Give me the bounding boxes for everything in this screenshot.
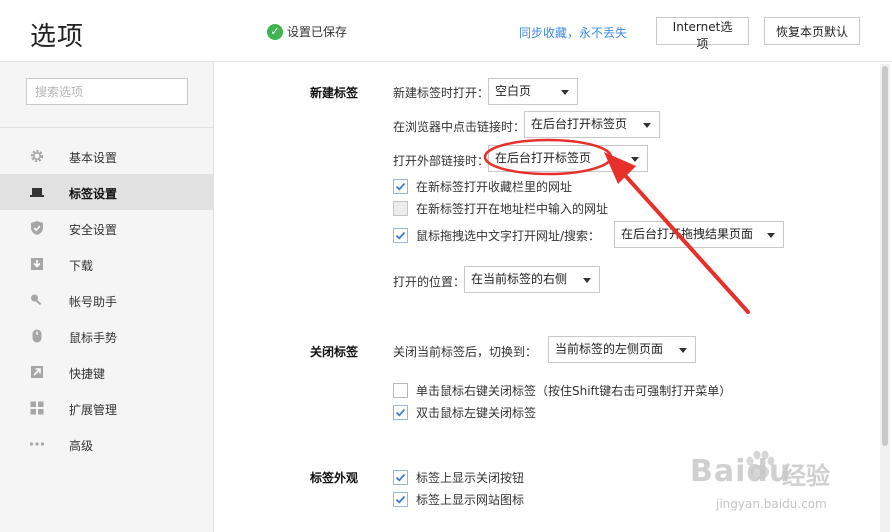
click-link-label: 在浏览器中点击链接时： xyxy=(393,120,526,134)
select-value: 在后台打开拖拽结果页面 xyxy=(621,227,754,241)
checkbox-show-site-icon[interactable]: 标签上显示网站图标 xyxy=(393,491,524,508)
sidebar-item-label: 标签设置 xyxy=(69,187,118,201)
sidebar-item-security[interactable]: 安全设置 xyxy=(0,210,214,246)
sync-link[interactable]: 同步收藏，永不丢失 xyxy=(519,24,627,41)
checkbox[interactable] xyxy=(393,492,408,507)
section-title-close-tab: 关闭标签 xyxy=(310,345,359,359)
laptop-icon xyxy=(29,184,45,200)
chevron-down-icon xyxy=(679,348,687,353)
checkmark-icon xyxy=(395,495,406,504)
select-value: 空白页 xyxy=(495,84,532,98)
checkbox[interactable] xyxy=(393,179,408,194)
sidebar-item-mouse-gesture[interactable]: 鼠标手势 xyxy=(0,318,214,354)
after-close-label: 关闭当前标签后，切换到： xyxy=(393,345,538,359)
sidebar-item-label: 鼠标手势 xyxy=(69,331,118,345)
checkbox[interactable] xyxy=(393,383,408,398)
header: 选项 ✓ 设置已保存 同步收藏，永不丢失 Internet选项 恢复本页默认 xyxy=(0,0,892,62)
chevron-down-icon xyxy=(767,233,775,238)
sidebar: 基本设置 标签设置 安全设置 下载 帐号助手 鼠标手势 快捷键 xyxy=(0,62,214,532)
internet-options-button[interactable]: Internet选项 xyxy=(656,17,749,51)
drag-search-select[interactable]: 在后台打开拖拽结果页面 xyxy=(614,221,784,248)
select-value: 在后台打开标签页 xyxy=(531,117,628,131)
sidebar-item-label: 安全设置 xyxy=(69,223,118,237)
checkbox-drag-search[interactable]: 鼠标拖拽选中文字打开网址/搜索： xyxy=(393,227,600,244)
external-link-label: 打开外部链接时： xyxy=(393,154,490,168)
watermark-url: jingyan.baidu.com xyxy=(716,497,827,511)
chevron-down-icon xyxy=(561,90,569,95)
sidebar-item-account[interactable]: 帐号助手 xyxy=(0,282,214,318)
sidebar-item-label: 高级 xyxy=(69,439,94,453)
checkbox-right-click-close[interactable]: 单击鼠标右键关闭标签（按住Shift键右击可强制打开菜单） xyxy=(393,382,731,399)
after-close-select[interactable]: 当前标签的左侧页面 xyxy=(548,336,696,363)
external-link-select[interactable]: 在后台打开标签页 xyxy=(488,145,648,172)
sidebar-item-label: 基本设置 xyxy=(69,151,118,165)
sidebar-item-download[interactable]: 下载 xyxy=(0,246,214,282)
checkbox-label: 在新标签打开收藏栏里的网址 xyxy=(416,180,573,194)
checkmark-icon xyxy=(395,408,406,417)
checkbox-label: 双击鼠标左键关闭标签 xyxy=(416,406,537,420)
open-position-label: 打开的位置： xyxy=(393,275,466,289)
scrollbar-thumb[interactable] xyxy=(882,66,888,446)
checkbox-open-address-new-tab[interactable]: 在新标签打开在地址栏中输入的网址 xyxy=(393,200,608,217)
checkbox-open-favorites-new-tab[interactable]: 在新标签打开收藏栏里的网址 xyxy=(393,178,572,195)
saved-status-text: 设置已保存 xyxy=(287,25,348,39)
mouse-icon xyxy=(29,328,45,344)
sidebar-item-tabs[interactable]: 标签设置 xyxy=(0,174,214,210)
divider xyxy=(0,127,214,128)
arrow-icon xyxy=(29,364,45,380)
saved-status: ✓ 设置已保存 xyxy=(267,23,347,40)
key-icon xyxy=(29,292,45,308)
watermark-brand: Baidu xyxy=(690,454,792,489)
section-title-tab-appearance: 标签外观 xyxy=(310,471,359,485)
checkbox-label: 标签上显示关闭按钮 xyxy=(416,471,525,485)
checkbox-label: 标签上显示网站图标 xyxy=(416,493,525,507)
sidebar-item-advanced[interactable]: 高级 xyxy=(0,426,214,462)
checkmark-icon xyxy=(395,182,406,191)
sidebar-item-extensions[interactable]: 扩展管理 xyxy=(0,390,214,426)
watermark-suffix: 经验 xyxy=(782,462,830,490)
checkbox-label: 在新标签打开在地址栏中输入的网址 xyxy=(416,202,609,216)
checkbox[interactable] xyxy=(393,201,408,216)
on-new-tab-select[interactable]: 空白页 xyxy=(488,78,578,105)
select-value: 在后台打开标签页 xyxy=(495,151,592,165)
checkbox-label: 单击鼠标右键关闭标签（按住Shift键右击可强制打开菜单） xyxy=(416,384,732,398)
grid-icon xyxy=(29,400,45,416)
chevron-down-icon xyxy=(583,278,591,283)
check-circle-icon: ✓ xyxy=(267,23,283,40)
open-position-select[interactable]: 在当前标签的右侧 xyxy=(464,266,600,293)
sidebar-item-label: 快捷键 xyxy=(69,367,106,381)
restore-defaults-button[interactable]: 恢复本页默认 xyxy=(764,17,860,45)
checkbox-double-click-close[interactable]: 双击鼠标左键关闭标签 xyxy=(393,404,536,421)
checkbox-show-close-button[interactable]: 标签上显示关闭按钮 xyxy=(393,469,524,486)
section-title-new-tab: 新建标签 xyxy=(310,86,359,100)
sidebar-item-basic[interactable]: 基本设置 xyxy=(0,138,214,174)
click-link-select[interactable]: 在后台打开标签页 xyxy=(524,111,660,138)
sidebar-item-label: 下载 xyxy=(69,259,94,273)
sidebar-item-shortcuts[interactable]: 快捷键 xyxy=(0,354,214,390)
page-title: 选项 xyxy=(30,22,85,52)
chevron-down-icon xyxy=(643,123,651,128)
search-input[interactable] xyxy=(26,78,188,105)
on-new-tab-label: 新建标签时打开： xyxy=(393,86,490,100)
chevron-down-icon xyxy=(631,157,639,162)
gear-icon xyxy=(29,148,45,164)
checkbox[interactable] xyxy=(393,470,408,485)
sidebar-item-label: 扩展管理 xyxy=(69,403,118,417)
checkbox[interactable] xyxy=(393,405,408,420)
select-value: 当前标签的左侧页面 xyxy=(555,342,664,356)
checkbox[interactable] xyxy=(393,228,408,243)
checkbox-label: 鼠标拖拽选中文字打开网址/搜索： xyxy=(416,229,601,243)
select-value: 在当前标签的右侧 xyxy=(471,272,568,286)
checkmark-icon xyxy=(395,231,406,240)
sidebar-item-label: 帐号助手 xyxy=(69,295,118,309)
more-icon xyxy=(29,436,45,452)
shield-icon xyxy=(29,220,45,236)
download-icon xyxy=(29,256,45,272)
checkmark-icon xyxy=(395,473,406,482)
